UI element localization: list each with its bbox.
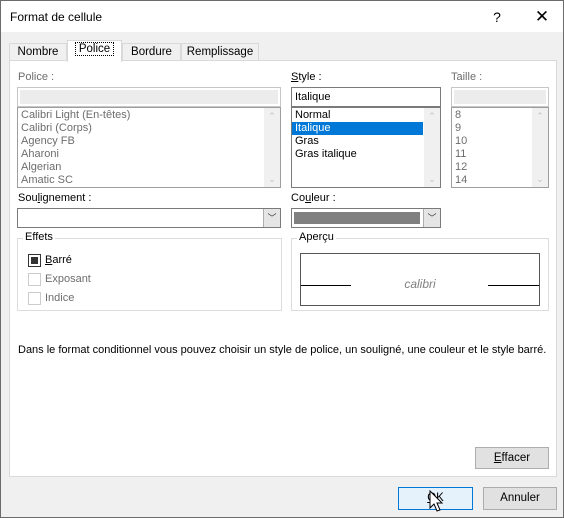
size-list-scrollbar[interactable]: ⌃ ⌄ <box>532 108 548 187</box>
size-option[interactable]: 11 <box>452 148 467 161</box>
font-input[interactable] <box>17 87 281 107</box>
style-input-value: Italique <box>295 91 331 103</box>
font-label: Police : <box>18 71 55 83</box>
preview-sample-text: calibri <box>404 277 436 291</box>
scroll-down-icon[interactable]: ⌄ <box>264 171 280 187</box>
clear-button[interactable]: Effacer <box>475 447 549 469</box>
font-option[interactable]: Calibri (Corps) <box>18 122 130 135</box>
scroll-down-icon[interactable]: ⌄ <box>532 171 548 187</box>
preview-group: Aperçu calibri <box>291 231 549 311</box>
tab-label: Remplissage <box>186 46 254 58</box>
style-list[interactable]: Normal Italique Gras Gras italique ⌃ ⌄ <box>291 107 441 188</box>
superscript-label[interactable]: Exposant <box>45 273 91 285</box>
size-option[interactable]: 10 <box>452 135 467 148</box>
font-tab-panel: Police : Calibri Light (En-têtes) Calibr… <box>9 60 557 477</box>
scroll-up-icon[interactable]: ⌃ <box>264 108 280 124</box>
color-label: Couleur : <box>291 192 336 204</box>
close-button[interactable]: ✕ <box>527 5 557 29</box>
preview-box: calibri <box>300 253 540 306</box>
size-option[interactable]: 14 <box>452 174 467 187</box>
tab-label: Nombre <box>17 46 59 58</box>
clear-rest: ffacer <box>501 452 531 464</box>
help-icon: ? <box>493 9 501 25</box>
font-option[interactable]: Calibri Light (En-têtes) <box>18 109 130 122</box>
style-option-italique[interactable]: Italique <box>292 122 423 135</box>
tab-label: Bordure <box>131 46 172 58</box>
description-text: Dans le format conditionnel vous pouvez … <box>18 344 547 356</box>
size-option[interactable]: 12 <box>452 161 467 174</box>
scroll-up-icon[interactable]: ⌃ <box>424 108 440 124</box>
font-option[interactable]: Algerian <box>18 161 130 174</box>
cancel-button[interactable]: Annuler <box>483 487 557 510</box>
clear-accel: E <box>493 452 502 464</box>
tab-remplissage[interactable]: Remplissage <box>181 43 259 61</box>
font-list[interactable]: Calibri Light (En-têtes) Calibri (Corps)… <box>17 107 281 188</box>
font-list-items: Calibri Light (En-têtes) Calibri (Corps)… <box>18 109 130 187</box>
subscript-checkbox[interactable] <box>28 292 41 305</box>
chevron-down-icon[interactable]: ﹀ <box>263 209 280 227</box>
size-option[interactable]: 8 <box>452 109 467 122</box>
font-option[interactable]: Amatic SC <box>18 174 130 187</box>
style-input[interactable]: Italique <box>291 87 441 107</box>
size-list[interactable]: 8 9 10 11 12 14 ⌃ ⌄ <box>451 107 549 188</box>
tab-police[interactable]: Police <box>67 40 122 62</box>
size-option[interactable]: 9 <box>452 122 467 135</box>
style-label: Style : <box>291 71 322 83</box>
font-option[interactable]: Aharoni <box>18 148 130 161</box>
scroll-down-icon[interactable]: ⌄ <box>424 171 440 187</box>
effects-group: Effets Barré Exposant Indice <box>17 231 282 311</box>
tab-label: Police <box>74 42 115 56</box>
mouse-cursor-icon <box>429 490 444 512</box>
scroll-up-icon[interactable]: ⌃ <box>532 108 548 124</box>
size-list-items: 8 9 10 11 12 14 <box>452 109 467 187</box>
tab-bordure[interactable]: Bordure <box>122 43 181 61</box>
help-button[interactable]: ? <box>482 5 512 29</box>
style-option-gras-italique[interactable]: Gras italique <box>292 148 423 161</box>
strikethrough-rest: arré <box>52 254 72 266</box>
color-label-rest: leur : <box>311 192 336 204</box>
subscript-label[interactable]: Indice <box>45 292 74 304</box>
style-option-normal[interactable]: Normal <box>292 109 423 122</box>
underline-label-rest: ignement : <box>40 192 92 204</box>
font-option[interactable]: Agency FB <box>18 135 130 148</box>
color-swatch <box>294 212 420 224</box>
tab-nombre[interactable]: Nombre <box>9 43 67 61</box>
size-input-fill <box>454 90 546 104</box>
close-icon: ✕ <box>534 7 550 26</box>
size-input[interactable] <box>451 87 549 107</box>
style-label-rest: tyle : <box>298 71 322 83</box>
underline-label: Soulignement : <box>18 192 91 204</box>
style-list-scrollbar[interactable]: ⌃ ⌄ <box>424 108 440 187</box>
underline-select[interactable]: ﹀ <box>17 208 281 228</box>
chevron-down-icon[interactable]: ﹀ <box>423 209 440 227</box>
size-label: Taille : <box>451 71 483 83</box>
underline-label-prefix: Sou <box>18 192 38 204</box>
strikethrough-checkbox[interactable] <box>28 254 41 267</box>
color-label-prefix: Co <box>291 192 306 204</box>
preview-title: Aperçu <box>297 231 336 243</box>
format-cells-dialog: Format de cellule ? ✕ Nombre Police Bord… <box>0 0 564 518</box>
font-list-scrollbar[interactable]: ⌃ ⌄ <box>264 108 280 187</box>
color-select[interactable]: ﹀ <box>291 208 441 228</box>
title-bar: Format de cellule ? ✕ <box>1 1 563 32</box>
preview-baseline-right <box>488 285 539 286</box>
font-input-fill <box>20 90 278 104</box>
superscript-checkbox[interactable] <box>28 273 41 286</box>
style-list-items: Normal Italique Gras Gras italique <box>292 109 423 161</box>
style-option-gras[interactable]: Gras <box>292 135 423 148</box>
dialog-title: Format de cellule <box>10 10 103 24</box>
strikethrough-label[interactable]: Barré <box>45 254 72 266</box>
effects-title: Effets <box>23 231 55 243</box>
